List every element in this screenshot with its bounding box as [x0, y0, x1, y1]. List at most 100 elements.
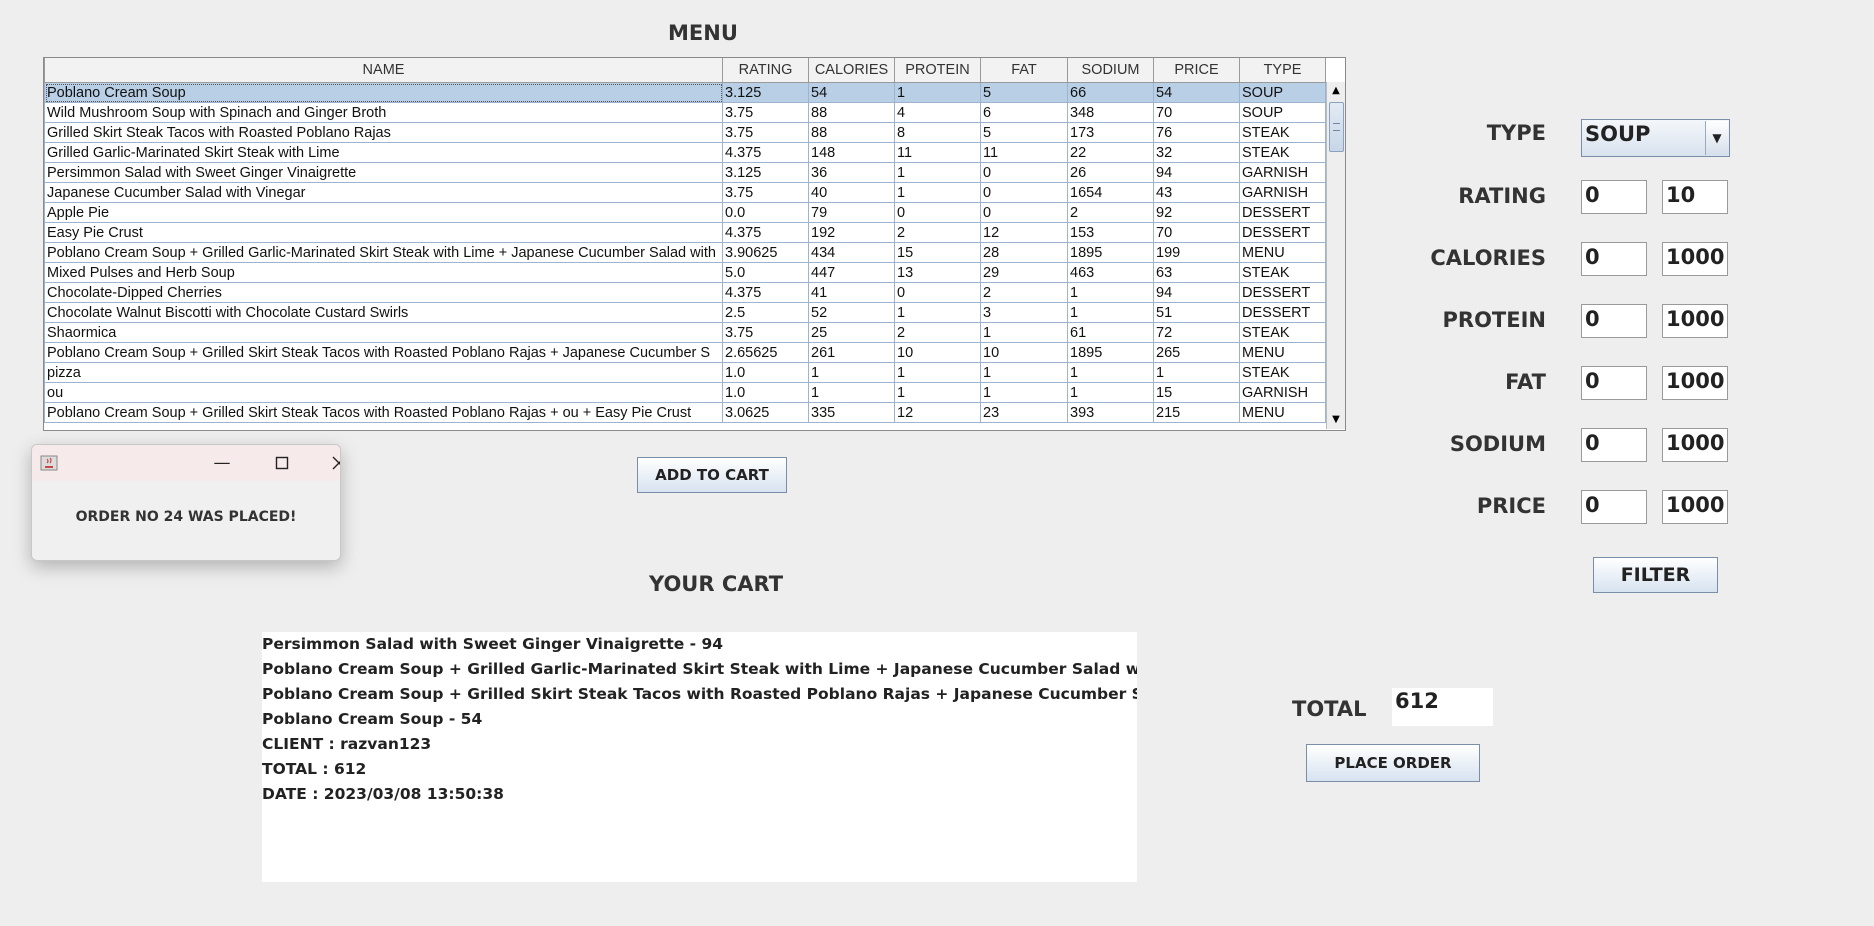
cell-price[interactable]: 51 — [1153, 302, 1240, 323]
cell-sodium[interactable]: 1 — [1067, 282, 1154, 303]
table-row[interactable]: Poblano Cream Soup + Grilled Skirt Steak… — [44, 342, 1326, 363]
cell-calories[interactable]: 148 — [808, 142, 895, 163]
cell-protein[interactable]: 0 — [894, 202, 981, 223]
cell-type[interactable]: DESSERT — [1239, 222, 1326, 243]
cell-calories[interactable]: 88 — [808, 102, 895, 123]
cell-name[interactable]: pizza — [44, 362, 723, 383]
cell-fat[interactable]: 0 — [980, 182, 1068, 203]
price-max-input[interactable]: 1000 — [1662, 490, 1728, 524]
column-header-sodium[interactable]: SODIUM — [1067, 58, 1154, 83]
menu-table[interactable]: NAME RATING CALORIES PROTEIN FAT SODIUM PRICE T… — [43, 57, 1346, 431]
cell-rating[interactable]: 3.125 — [722, 82, 809, 103]
cell-price[interactable]: 43 — [1153, 182, 1240, 203]
order-placed-dialog[interactable]: — ORDER NO 24 WAS PLACED! — [31, 444, 341, 561]
cell-calories[interactable]: 1 — [808, 382, 895, 403]
fat-min-input[interactable]: 0 — [1581, 366, 1647, 400]
cell-price[interactable]: 94 — [1153, 282, 1240, 303]
rating-max-input[interactable]: 10 — [1662, 180, 1728, 214]
column-header-protein[interactable]: PROTEIN — [894, 58, 981, 83]
cell-name[interactable]: Chocolate Walnut Biscotti with Chocolate… — [44, 302, 723, 323]
cell-name[interactable]: Poblano Cream Soup + Grilled Garlic-Mari… — [44, 242, 723, 263]
cell-price[interactable]: 76 — [1153, 122, 1240, 143]
cell-rating[interactable]: 4.375 — [722, 282, 809, 303]
minimize-icon[interactable]: — — [210, 451, 234, 475]
cell-fat[interactable]: 11 — [980, 142, 1068, 163]
table-row[interactable]: Grilled Skirt Steak Tacos with Roasted P… — [44, 122, 1326, 143]
cell-calories[interactable]: 52 — [808, 302, 895, 323]
table-row[interactable]: Poblano Cream Soup + Grilled Skirt Steak… — [44, 402, 1326, 423]
table-row[interactable]: Shaormica 3.75 25 2 1 61 72 STEAK — [44, 322, 1326, 343]
cell-name[interactable]: Poblano Cream Soup + Grilled Skirt Steak… — [44, 342, 723, 363]
cell-name[interactable]: Chocolate-Dipped Cherries — [44, 282, 723, 303]
cell-rating[interactable]: 3.90625 — [722, 242, 809, 263]
cell-sodium[interactable]: 1654 — [1067, 182, 1154, 203]
cell-type[interactable]: DESSERT — [1239, 302, 1326, 323]
cell-price[interactable]: 265 — [1153, 342, 1240, 363]
cell-fat[interactable]: 1 — [980, 322, 1068, 343]
total-field[interactable]: 612 — [1392, 688, 1493, 726]
cell-protein[interactable]: 4 — [894, 102, 981, 123]
table-row[interactable]: Wild Mushroom Soup with Spinach and Ging… — [44, 102, 1326, 123]
column-header-type[interactable]: TYPE — [1239, 58, 1326, 83]
cell-price[interactable]: 54 — [1153, 82, 1240, 103]
cell-price[interactable]: 32 — [1153, 142, 1240, 163]
calories-max-input[interactable]: 1000 — [1662, 242, 1728, 276]
cell-protein[interactable]: 13 — [894, 262, 981, 283]
cell-rating[interactable]: 0.0 — [722, 202, 809, 223]
cell-name[interactable]: Poblano Cream Soup + Grilled Skirt Steak… — [44, 402, 723, 423]
cell-protein[interactable]: 1 — [894, 162, 981, 183]
table-row[interactable]: ou 1.0 1 1 1 1 15 GARNISH — [44, 382, 1326, 403]
dialog-titlebar[interactable]: — — [32, 445, 340, 481]
cell-sodium[interactable]: 1 — [1067, 362, 1154, 383]
cell-name[interactable]: ou — [44, 382, 723, 403]
cell-sodium[interactable]: 1895 — [1067, 342, 1154, 363]
cell-calories[interactable]: 1 — [808, 362, 895, 383]
cell-rating[interactable]: 3.125 — [722, 162, 809, 183]
type-select[interactable]: SOUP ▼ — [1581, 119, 1730, 157]
filter-button[interactable]: FILTER — [1593, 557, 1718, 593]
cell-protein[interactable]: 10 — [894, 342, 981, 363]
cell-sodium[interactable]: 173 — [1067, 122, 1154, 143]
cell-type[interactable]: GARNISH — [1239, 162, 1326, 183]
cell-price[interactable]: 15 — [1153, 382, 1240, 403]
table-row[interactable]: Chocolate-Dipped Cherries 4.375 41 0 2 1 94 DES… — [44, 282, 1326, 303]
cell-calories[interactable]: 192 — [808, 222, 895, 243]
cell-type[interactable]: STEAK — [1239, 122, 1326, 143]
cell-name[interactable]: Wild Mushroom Soup with Spinach and Ging… — [44, 102, 723, 123]
cell-fat[interactable]: 23 — [980, 402, 1068, 423]
calories-min-input[interactable]: 0 — [1581, 242, 1647, 276]
cell-rating[interactable]: 4.375 — [722, 142, 809, 163]
cell-sodium[interactable]: 61 — [1067, 322, 1154, 343]
cell-fat[interactable]: 6 — [980, 102, 1068, 123]
cell-fat[interactable]: 2 — [980, 282, 1068, 303]
column-header-fat[interactable]: FAT — [980, 58, 1068, 83]
maximize-icon[interactable] — [270, 451, 294, 475]
cell-price[interactable]: 199 — [1153, 242, 1240, 263]
cell-name[interactable]: Mixed Pulses and Herb Soup — [44, 262, 723, 283]
cell-price[interactable]: 70 — [1153, 222, 1240, 243]
cell-price[interactable]: 1 — [1153, 362, 1240, 383]
table-row[interactable]: Poblano Cream Soup + Grilled Garlic-Mari… — [44, 242, 1326, 263]
cell-protein[interactable]: 1 — [894, 182, 981, 203]
table-row[interactable]: Mixed Pulses and Herb Soup 5.0 447 13 29 463 6… — [44, 262, 1326, 283]
cell-rating[interactable]: 1.0 — [722, 362, 809, 383]
cell-fat[interactable]: 5 — [980, 122, 1068, 143]
cell-calories[interactable]: 261 — [808, 342, 895, 363]
cell-fat[interactable]: 0 — [980, 162, 1068, 183]
cell-calories[interactable]: 335 — [808, 402, 895, 423]
table-row[interactable]: pizza 1.0 1 1 1 1 1 STEAK — [44, 362, 1326, 383]
cell-rating[interactable]: 4.375 — [722, 222, 809, 243]
cell-type[interactable]: STEAK — [1239, 142, 1326, 163]
cell-protein[interactable]: 11 — [894, 142, 981, 163]
close-icon[interactable] — [327, 451, 340, 475]
column-header-name[interactable]: NAME — [44, 58, 723, 83]
fat-max-input[interactable]: 1000 — [1662, 366, 1728, 400]
chevron-down-icon[interactable]: ▼ — [1705, 121, 1728, 155]
cell-type[interactable]: SOUP — [1239, 82, 1326, 103]
cell-price[interactable]: 70 — [1153, 102, 1240, 123]
cell-name[interactable]: Grilled Skirt Steak Tacos with Roasted P… — [44, 122, 723, 143]
cell-rating[interactable]: 2.5 — [722, 302, 809, 323]
scroll-up-arrow-icon[interactable]: ▲ — [1327, 82, 1345, 100]
cell-price[interactable]: 72 — [1153, 322, 1240, 343]
cell-fat[interactable]: 12 — [980, 222, 1068, 243]
